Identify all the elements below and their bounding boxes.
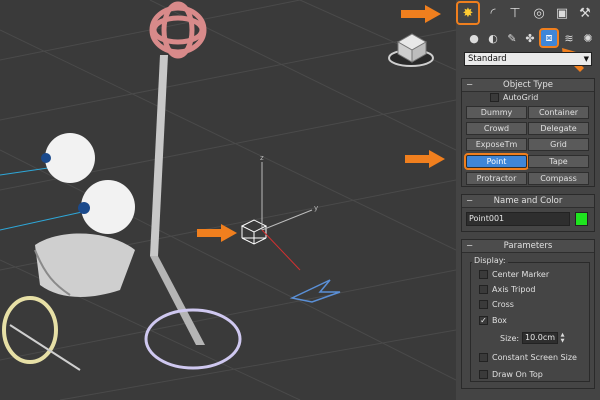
tape-button[interactable]: Tape xyxy=(528,155,589,168)
center-marker-checkbox[interactable] xyxy=(479,270,488,279)
protractor-button[interactable]: Protractor xyxy=(466,172,527,185)
create-tab-icon[interactable]: ✸ xyxy=(456,1,480,25)
rollout-title: Name and Color xyxy=(493,196,563,206)
callout-arrow-icon xyxy=(401,5,441,23)
callout-arrow-icon xyxy=(405,150,445,168)
helpers-icon[interactable]: ⧈ xyxy=(539,28,559,48)
autogrid-label: AutoGrid xyxy=(503,93,539,102)
hierarchy-tab-icon[interactable]: ⊤ xyxy=(505,3,525,23)
object-name-input[interactable]: Point001 xyxy=(466,212,570,226)
dummy-button[interactable]: Dummy xyxy=(466,106,527,119)
utilities-tab-icon[interactable]: ⚒ xyxy=(575,3,595,23)
modify-tab-icon[interactable]: ◜ xyxy=(483,3,503,23)
grid-button[interactable]: Grid xyxy=(528,138,589,151)
motion-tab-icon[interactable]: ◎ xyxy=(529,3,549,23)
chevron-down-icon: ▼ xyxy=(583,55,589,63)
rollout-title: Parameters xyxy=(503,241,553,251)
center-marker-label: Center Marker xyxy=(492,270,550,279)
crowd-button[interactable]: Crowd xyxy=(466,122,527,135)
point-button[interactable]: Point xyxy=(464,153,529,170)
yellow-ring xyxy=(2,296,58,364)
lights-icon[interactable]: ✎ xyxy=(504,30,520,46)
axis-tripod-checkbox[interactable] xyxy=(479,285,488,294)
pole xyxy=(150,55,168,256)
display-tab-icon[interactable]: ▣ xyxy=(552,3,572,23)
eyeball xyxy=(41,133,95,183)
rollout-header[interactable]: − Parameters xyxy=(462,240,594,253)
display-label: Display: xyxy=(472,256,508,265)
draw-on-top-checkbox[interactable] xyxy=(479,370,488,379)
constant-screen-size-checkbox[interactable] xyxy=(479,353,488,362)
dropdown-value: Standard xyxy=(468,54,507,64)
box-label: Box xyxy=(492,316,507,325)
draw-on-top-label: Draw On Top xyxy=(492,370,543,379)
helmet-mesh xyxy=(35,233,135,297)
size-input[interactable]: 10.0cm xyxy=(522,332,558,344)
box-checkbox[interactable]: ✓ xyxy=(479,316,488,325)
rollout-title: Object Type xyxy=(503,80,553,90)
delegate-button[interactable]: Delegate xyxy=(528,122,589,135)
axis-tripod-label: Axis Tripod xyxy=(492,285,536,294)
autogrid-checkbox[interactable] xyxy=(490,93,499,102)
axis-z-label: z xyxy=(260,154,264,162)
shapes-icon[interactable]: ◐ xyxy=(485,30,501,46)
collapse-icon: − xyxy=(466,196,474,206)
exposetm-button[interactable]: ExposeTm xyxy=(466,138,527,151)
axis-y-label: y xyxy=(314,204,318,212)
axis-x xyxy=(261,229,301,271)
container-button[interactable]: Container xyxy=(528,106,589,119)
object-color-swatch[interactable] xyxy=(575,212,588,226)
collapse-icon: − xyxy=(466,241,474,251)
category-dropdown[interactable]: Standard ▼ xyxy=(464,52,592,66)
view-cube[interactable] xyxy=(388,33,434,67)
display-group xyxy=(470,262,590,382)
viewport[interactable]: z y xyxy=(0,0,456,400)
cameras-icon[interactable]: ✤ xyxy=(522,30,538,46)
geometry-icon[interactable]: ● xyxy=(466,30,482,46)
torus-knot xyxy=(149,1,207,59)
collapse-icon: − xyxy=(466,80,474,90)
callout-arrow-icon xyxy=(197,224,237,242)
spinner-icon[interactable]: ▲ ▼ xyxy=(559,332,566,344)
scene: z y xyxy=(0,0,456,400)
eyeball xyxy=(78,180,135,234)
rollout-header[interactable]: − Object Type xyxy=(462,79,594,92)
compass-button[interactable]: Compass xyxy=(528,172,589,185)
size-label: Size: xyxy=(500,334,520,343)
rollout-header[interactable]: − Name and Color xyxy=(462,195,594,208)
arrow-mesh xyxy=(289,279,341,303)
grid xyxy=(0,0,456,400)
cross-checkbox[interactable] xyxy=(479,300,488,309)
link-line xyxy=(0,167,49,176)
cross-label: Cross xyxy=(492,300,514,309)
link-line xyxy=(0,211,83,231)
pole-base xyxy=(150,256,205,345)
constant-screen-size-label: Constant Screen Size xyxy=(492,353,577,362)
